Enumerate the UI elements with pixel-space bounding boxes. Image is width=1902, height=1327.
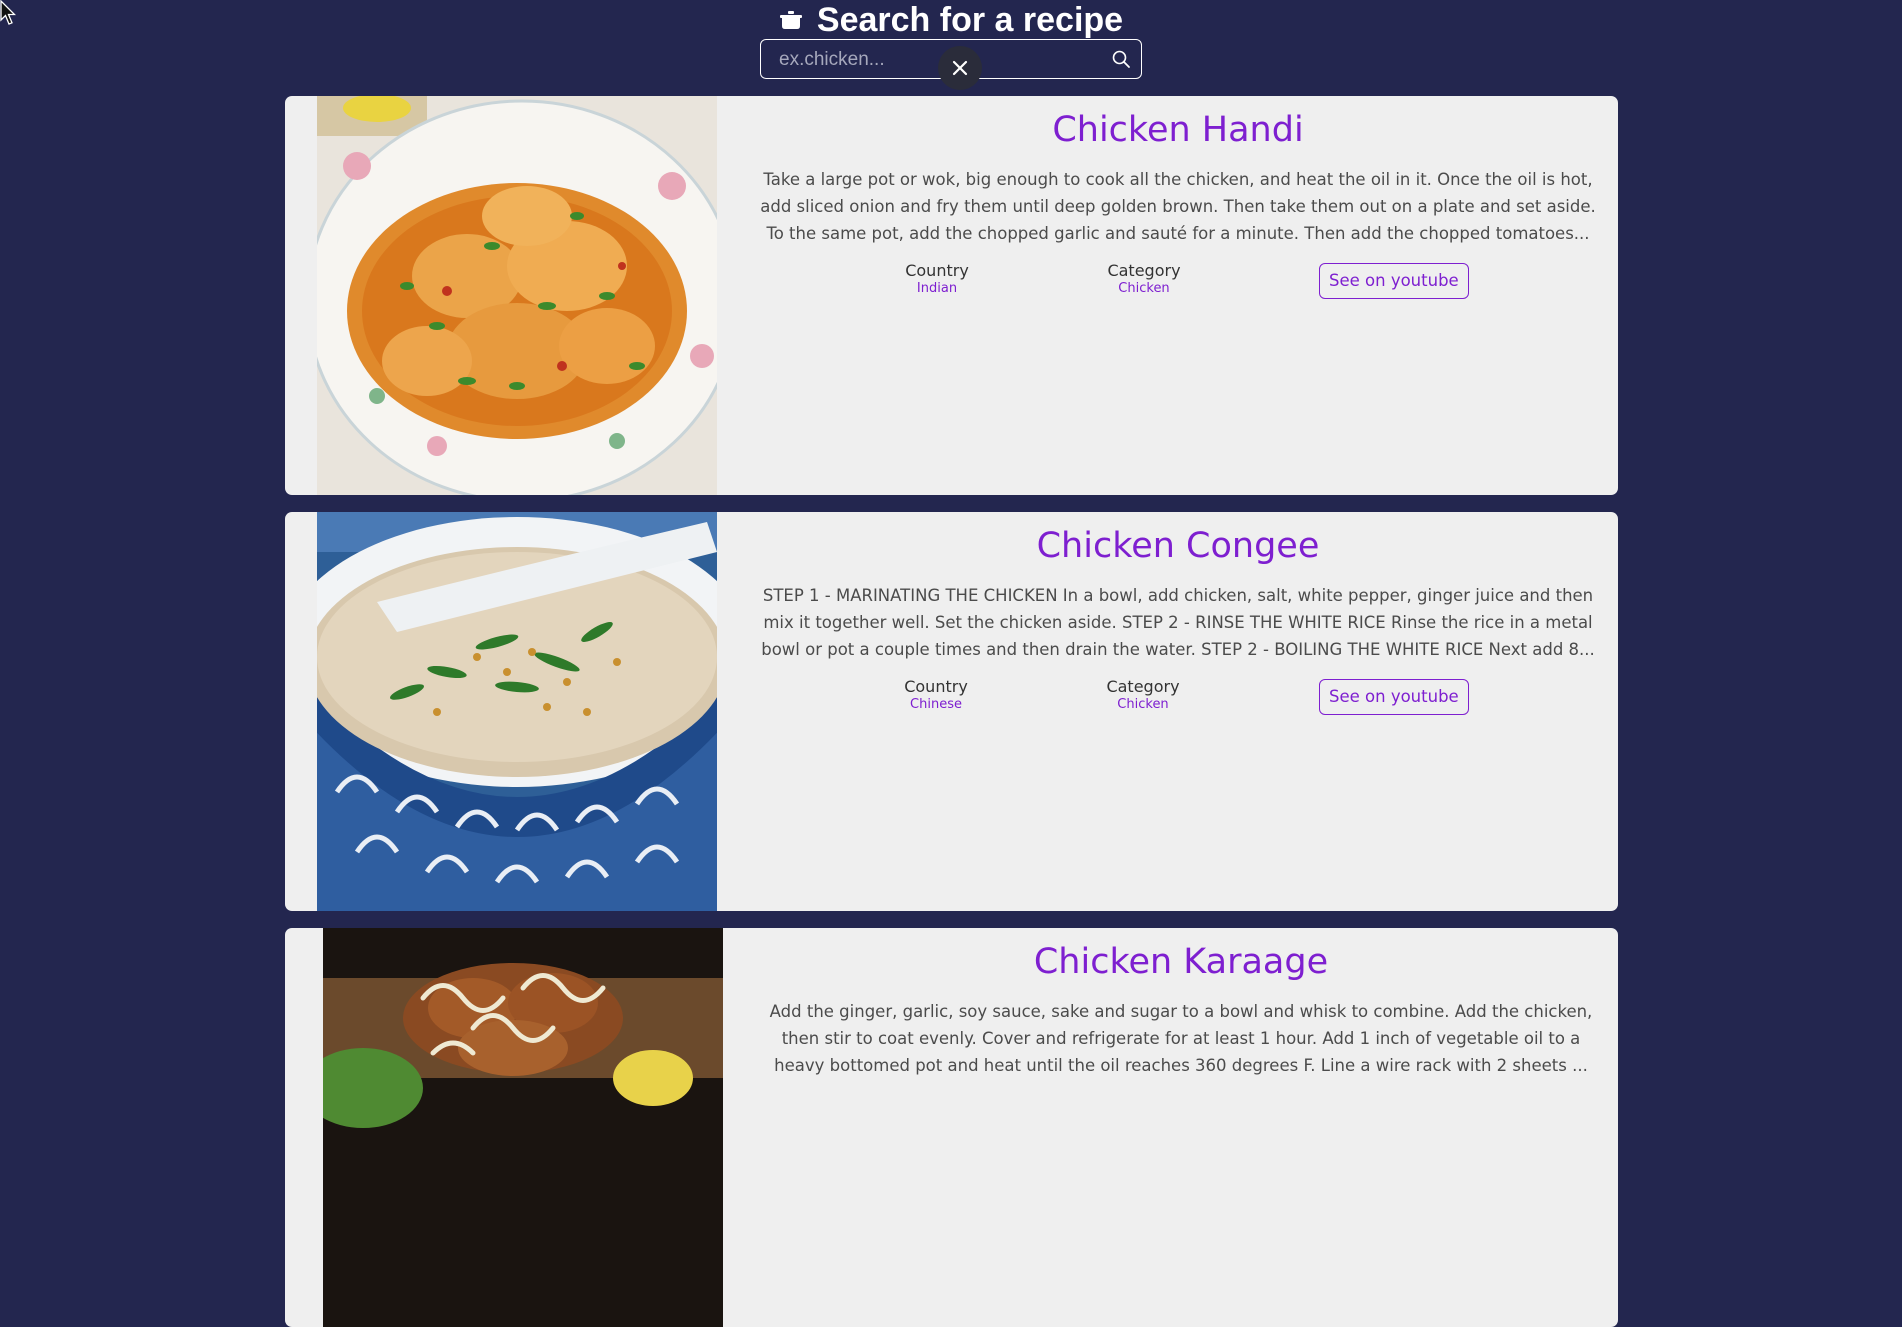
country-label: Country — [904, 677, 968, 696]
recipe-category: Category Chicken — [1093, 677, 1193, 712]
country-label: Country — [905, 261, 969, 280]
close-icon — [952, 60, 968, 76]
recipe-country: Country Chinese — [886, 677, 986, 712]
recipe-title: Chicken Karaage — [1033, 942, 1329, 982]
page-title-row: Search for a recipe — [0, 0, 1902, 40]
recipe-category: Category Chicken — [1094, 261, 1194, 296]
search-icon[interactable] — [1111, 49, 1131, 69]
recipe-image — [317, 512, 717, 911]
country-value: Chinese — [910, 697, 962, 712]
pot-icon — [779, 10, 803, 30]
recipe-title: Chicken Handi — [1052, 110, 1304, 150]
recipe-card: Chicken Congee STEP 1 - MARINATING THE C… — [285, 512, 1618, 911]
recipe-content: Chicken Karaage Add the ginger, garlic, … — [758, 928, 1604, 1327]
category-value: Chicken — [1117, 697, 1169, 712]
youtube-button[interactable]: See on youtube — [1319, 679, 1469, 715]
header: Search for a recipe — [0, 0, 1902, 96]
clear-search-button[interactable] — [938, 46, 982, 90]
recipe-image — [323, 928, 723, 1327]
recipe-image — [317, 96, 717, 495]
page-title: Search for a recipe — [816, 0, 1124, 39]
category-label: Category — [1106, 677, 1180, 696]
category-value: Chicken — [1118, 281, 1170, 296]
recipe-content: Chicken Congee STEP 1 - MARINATING THE C… — [752, 512, 1604, 911]
recipe-content: Chicken Handi Take a large pot or wok, b… — [752, 96, 1604, 495]
recipe-country: Country Indian — [887, 261, 987, 296]
category-label: Category — [1107, 261, 1181, 280]
recipe-description: Take a large pot or wok, big enough to c… — [760, 170, 1596, 243]
recipe-title: Chicken Congee — [1036, 526, 1320, 566]
country-value: Indian — [916, 281, 958, 296]
recipe-description: STEP 1 - MARINATING THE CHICKEN In a bow… — [761, 586, 1595, 659]
recipe-card: Chicken Karaage Add the ginger, garlic, … — [285, 928, 1618, 1327]
recipe-description: Add the ginger, garlic, soy sauce, sake … — [769, 1002, 1593, 1075]
search-input[interactable] — [777, 47, 1081, 73]
recipe-card: Chicken Handi Take a large pot or wok, b… — [285, 96, 1618, 495]
youtube-button[interactable]: See on youtube — [1319, 263, 1469, 299]
